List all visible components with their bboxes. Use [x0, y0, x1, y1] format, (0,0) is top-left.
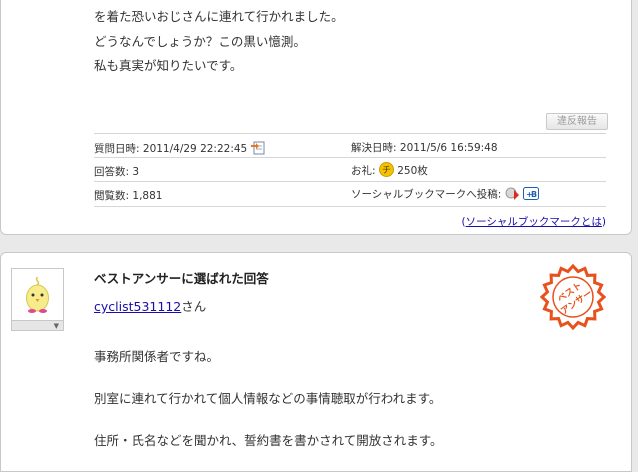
chick-avatar-icon — [26, 276, 49, 313]
social-link-close: ) — [601, 216, 606, 228]
calendar-add-icon[interactable] — [250, 140, 265, 158]
answer-count: 回答数: 3 — [94, 164, 139, 179]
hatena-bookmark-icon[interactable]: + B — [523, 186, 540, 203]
views-value: 1,881 — [132, 190, 163, 202]
answer-line-2: 別室に連れて行かれて個人情報などの事情聴取が行われます。 — [94, 391, 442, 406]
views-label: 閲覧数: — [94, 190, 130, 202]
meta-row-dates: 質問日時: 2011/4/29 22:22:45 解決日時: 2011/5/6 … — [94, 133, 606, 158]
chiebukuro-coin-icon: チ — [378, 162, 394, 180]
yahoo-bookmark-icon[interactable] — [505, 186, 520, 203]
view-count: 閲覧数: 1,881 — [94, 188, 162, 203]
answers-label: 回答数: — [94, 166, 130, 178]
social-bookmark: ソーシャルブックマークへ投稿: + B — [351, 186, 540, 203]
best-answer-title: ベストアンサーに選ばれた回答 — [94, 271, 269, 286]
asked-date: 質問日時: 2011/4/29 22:22:45 — [94, 140, 265, 158]
social-bookmark-help-link[interactable]: ソーシャルブックマークとは — [466, 216, 602, 228]
meta-row-views: 閲覧数: 1,881 ソーシャルブックマークへ投稿: + B — [94, 181, 606, 207]
reward: お礼: チ 250枚 — [351, 162, 428, 180]
chevron-down-icon: ▼ — [53, 322, 59, 330]
answerer-suffix: さん — [181, 299, 207, 314]
asked-value: 2011/4/29 22:22:45 — [142, 143, 248, 155]
meta-row-counts: 回答数: 3 お礼: チ 250枚 — [94, 157, 606, 182]
answers-value: 3 — [132, 166, 140, 178]
answerer: cyclist531112さん — [94, 296, 206, 315]
question-line-3: 私も真実が知りたいです。 — [94, 58, 243, 73]
social-bookmark-help: (ソーシャルブックマークとは) — [461, 214, 606, 229]
reward-value: 250枚 — [397, 165, 428, 177]
report-button[interactable]: 違反報告 — [546, 113, 608, 130]
coin-char: チ — [382, 165, 391, 176]
resolved-label: 解決日時: — [351, 142, 397, 154]
avatar-dropdown[interactable]: ▼ — [12, 320, 63, 330]
reward-label: お礼: — [351, 165, 376, 177]
hatena-b-char: B — [531, 190, 537, 199]
avatar[interactable]: ▼ — [11, 268, 64, 331]
resolved-value: 2011/5/6 16:59:48 — [399, 142, 498, 154]
best-answer-stamp-icon: ベスト アンサー — [539, 263, 607, 331]
answerer-link[interactable]: cyclist531112 — [94, 299, 181, 314]
answer-line-1: 事務所関係者ですね。 — [94, 349, 220, 364]
social-label: ソーシャルブックマークへ投稿: — [351, 188, 502, 201]
resolved-date: 解決日時: 2011/5/6 16:59:48 — [351, 140, 498, 155]
question-line-2: どうなんでしょうか？この黒い憶測。 — [94, 34, 306, 49]
question-line-1: を着た恐いおじさんに連れて行かれました。 — [94, 9, 344, 24]
answer-line-3: 住所・氏名などを聞かれ、誓約書を書かされて開放されます。 — [94, 433, 443, 448]
asked-label: 質問日時: — [94, 143, 140, 155]
